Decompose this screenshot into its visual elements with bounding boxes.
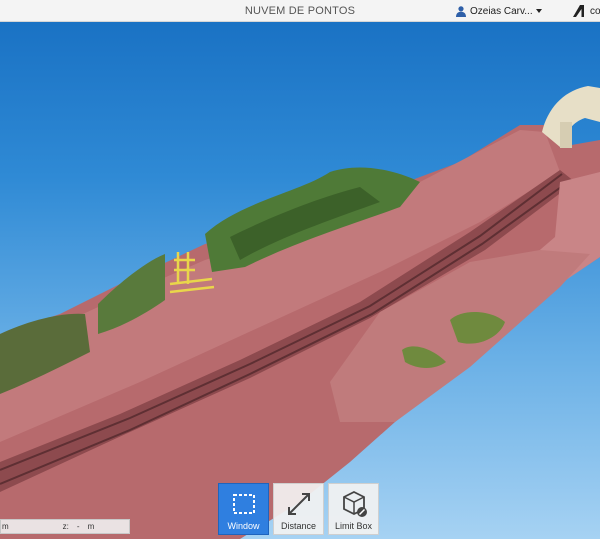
limit-box-tool-label: Limit Box [334,521,372,531]
brand[interactable]: co [572,0,600,22]
point-cloud-viewport[interactable] [0,22,600,539]
autodesk-logo-icon [573,5,584,17]
point-cloud-scene [0,86,600,539]
z-unit: m [87,522,95,531]
coordinate-readout: m z: - m [0,519,130,534]
selection-window-icon [232,494,255,514]
z-value: - [76,522,80,531]
distance-measure-icon [287,493,310,515]
window-tool-label: Window [227,521,260,531]
user-name: Ozeias Carv... [470,5,533,17]
distance-tool-button[interactable]: Distance [273,483,324,535]
limit-box-tool-button[interactable]: Limit Box [328,483,379,535]
measurement-toolbar: Window Distance Limit Box [218,483,379,535]
user-icon [456,6,466,17]
app-window: NUVEM DE PONTOS Ozeias Carv... co m z: -… [0,0,600,539]
bridge-pillar [560,122,572,148]
brand-text: co [590,5,600,17]
chevron-down-icon [535,9,542,13]
user-menu[interactable]: Ozeias Carv... [455,0,542,22]
top-bar: NUVEM DE PONTOS Ozeias Carv... co [0,0,600,22]
distance-tool-label: Distance [280,521,316,531]
window-tool-button[interactable]: Window [218,483,269,535]
z-axis-label: z: [62,522,69,531]
limit-box-icon [342,490,367,517]
coordinate-unit: m [2,522,9,531]
